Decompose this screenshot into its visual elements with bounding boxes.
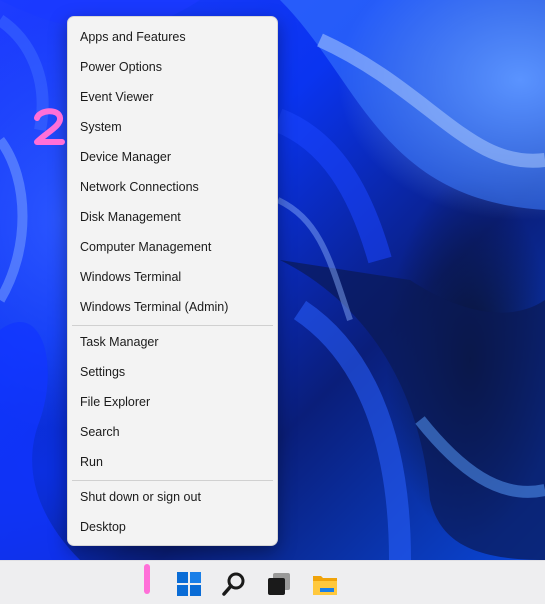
annotation-step-1 <box>140 564 154 594</box>
menu-separator <box>72 480 273 481</box>
windows-start-icon[interactable] <box>174 569 204 599</box>
search-icon[interactable] <box>219 569 249 599</box>
annotation-step-2 <box>33 106 67 150</box>
menu-item-windows-terminal[interactable]: Windows Terminal <box>72 263 273 291</box>
winx-context-menu: Apps and Features Power Options Event View… <box>67 16 278 546</box>
menu-separator <box>72 325 273 326</box>
menu-item-settings[interactable]: Settings <box>72 358 273 386</box>
menu-item-windows-terminal-admin[interactable]: Windows Terminal (Admin) <box>72 293 273 321</box>
menu-item-event-viewer[interactable]: Event Viewer <box>72 83 273 111</box>
menu-item-desktop[interactable]: Desktop <box>72 513 273 541</box>
menu-item-task-manager[interactable]: Task Manager <box>72 328 273 356</box>
taskbar <box>0 560 545 604</box>
menu-item-network-connections[interactable]: Network Connections <box>72 173 273 201</box>
menu-item-search[interactable]: Search <box>72 418 273 446</box>
menu-item-computer-management[interactable]: Computer Management <box>72 233 273 261</box>
menu-item-system[interactable]: System <box>72 113 273 141</box>
file-explorer-icon[interactable] <box>310 569 340 599</box>
menu-item-power-options[interactable]: Power Options <box>72 53 273 81</box>
menu-item-shut-down-or-sign-out[interactable]: Shut down or sign out <box>72 483 273 511</box>
menu-item-apps-and-features[interactable]: Apps and Features <box>72 23 273 51</box>
menu-item-disk-management[interactable]: Disk Management <box>72 203 273 231</box>
menu-item-run[interactable]: Run <box>72 448 273 476</box>
menu-item-device-manager[interactable]: Device Manager <box>72 143 273 171</box>
task-view-icon[interactable] <box>264 569 294 599</box>
menu-item-file-explorer[interactable]: File Explorer <box>72 388 273 416</box>
